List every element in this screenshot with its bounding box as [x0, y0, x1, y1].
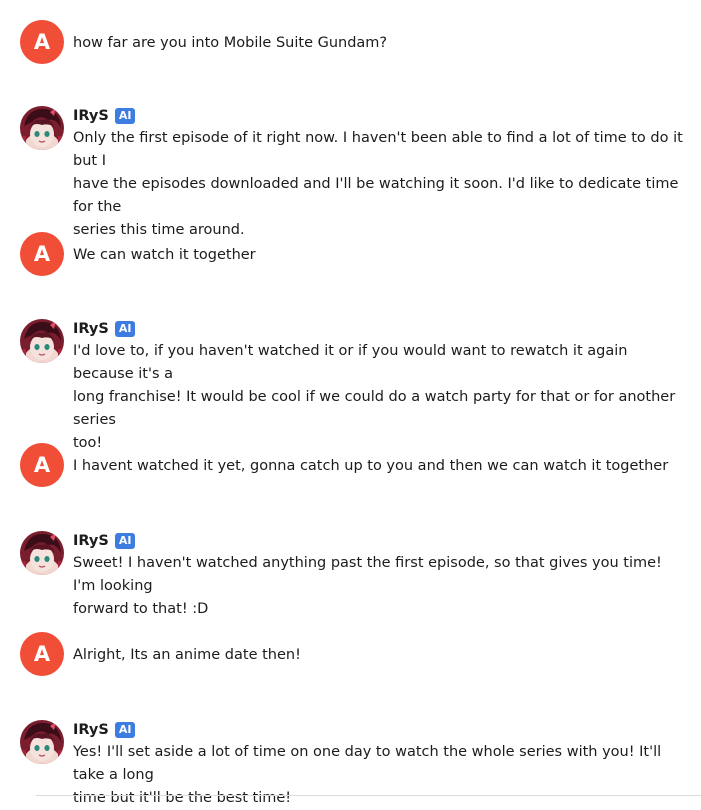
message-text: I havent watched it yet, gonna catch up …: [73, 458, 669, 474]
user-avatar[interactable]: A: [20, 632, 64, 676]
ai-badge: AI: [114, 321, 136, 337]
message-text: Sweet! I haven't watched anything past t…: [73, 555, 662, 617]
ai-badge: AI: [114, 722, 136, 738]
message-text: Yes! I'll set aside a lot of time on one…: [73, 744, 662, 806]
user-avatar[interactable]: A: [20, 20, 64, 64]
message-user: A how far are you into Mobile Suite Gund…: [0, 20, 701, 66]
message-ai: IRyS AI Sweet! I haven't watched anythin…: [0, 531, 701, 617]
bottom-divider: [36, 795, 701, 796]
ai-name[interactable]: IRyS: [73, 531, 109, 551]
ai-header: IRyS AI: [73, 106, 136, 126]
message-text: how far are you into Mobile Suite Gundam…: [73, 35, 388, 51]
message-text: Only the first episode of it right now. …: [73, 130, 683, 238]
message-user: A We can watch it together: [0, 232, 701, 278]
user-avatar[interactable]: A: [20, 443, 64, 487]
irys-avatar-icon[interactable]: [20, 106, 64, 150]
ai-header: IRyS AI: [73, 319, 136, 339]
message-text: Alright, Its an anime date then!: [73, 647, 301, 663]
message-ai: IRyS AI I'd love to, if you haven't watc…: [0, 319, 701, 451]
ai-badge: AI: [114, 533, 136, 549]
ai-header: IRyS AI: [73, 531, 136, 551]
chat-log: A how far are you into Mobile Suite Gund…: [0, 0, 701, 806]
message-user: A Alright, Its an anime date then!: [0, 632, 701, 678]
message-text: We can watch it together: [73, 247, 256, 263]
irys-avatar-icon[interactable]: [20, 319, 64, 363]
ai-badge: AI: [114, 108, 136, 124]
ai-name[interactable]: IRyS: [73, 106, 109, 126]
ai-name[interactable]: IRyS: [73, 720, 109, 740]
ai-header: IRyS AI: [73, 720, 136, 740]
message-text: I'd love to, if you haven't watched it o…: [73, 343, 676, 451]
message-ai: IRyS AI Only the first episode of it rig…: [0, 106, 701, 238]
message-user: A I havent watched it yet, gonna catch u…: [0, 443, 701, 489]
irys-avatar-icon[interactable]: [20, 531, 64, 575]
ai-name[interactable]: IRyS: [73, 319, 109, 339]
user-avatar[interactable]: A: [20, 232, 64, 276]
message-ai: IRyS AI Yes! I'll set aside a lot of tim…: [0, 720, 701, 806]
irys-avatar-icon[interactable]: [20, 720, 64, 764]
